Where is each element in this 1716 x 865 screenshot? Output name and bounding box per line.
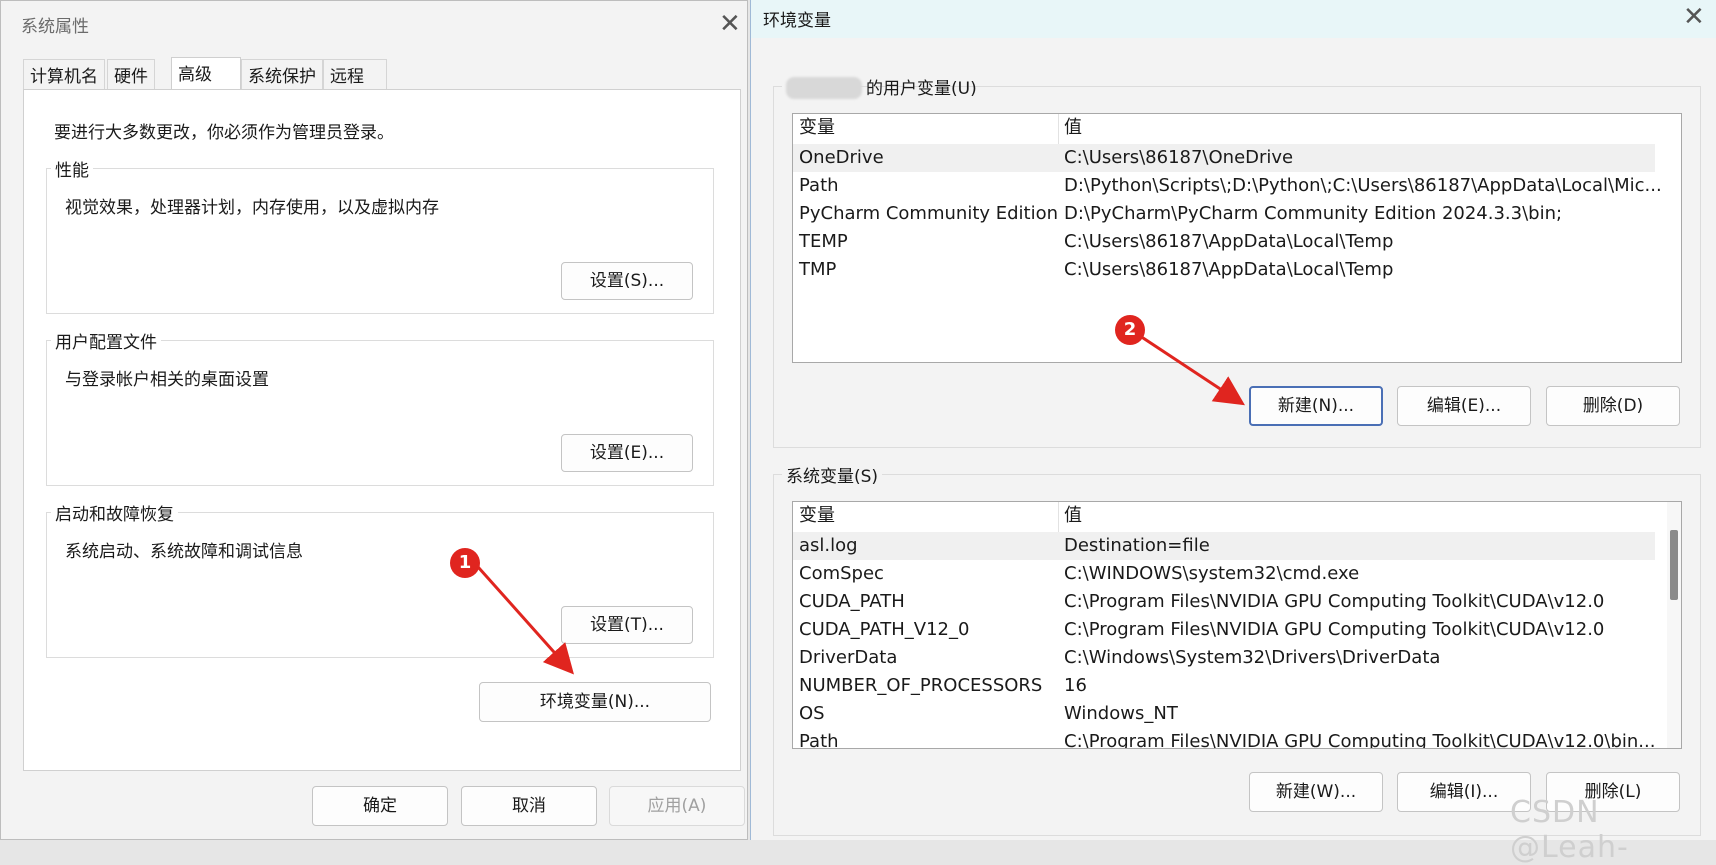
arrow-to-env-button [468,557,574,675]
watermark: CSDN @Leah- [1510,795,1629,865]
annotation-arrows [468,334,1246,675]
step-marker-2: 2 [1115,315,1145,345]
step-marker-1: 1 [450,548,480,578]
arrow-to-new-button [1139,334,1246,406]
